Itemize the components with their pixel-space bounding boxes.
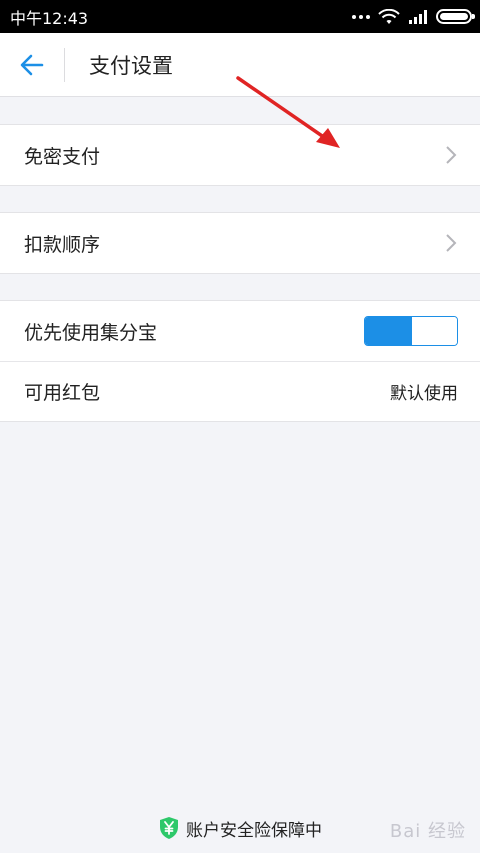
settings-row-deduction-order[interactable]: 扣款顺序 <box>0 213 480 273</box>
signal-icon <box>409 9 427 24</box>
row-value: 默认使用 <box>390 384 458 404</box>
toggle-on-fill <box>365 317 411 345</box>
row-label: 扣款顺序 <box>24 233 101 256</box>
more-notifications-icon <box>352 14 370 19</box>
row-label: 可用红包 <box>24 382 101 404</box>
row-label: 免密支付 <box>24 145 101 168</box>
settings-group-2: 扣款顺序 <box>0 212 480 274</box>
chevron-right-icon <box>446 146 457 164</box>
toggle-thumb <box>411 317 457 345</box>
chevron-right-icon <box>446 234 457 252</box>
status-icons <box>352 8 475 25</box>
status-time: 中午12:43 <box>10 8 89 28</box>
battery-icon <box>436 9 475 24</box>
watermark: Bai 经验 <box>389 821 466 842</box>
settings-row-use-jifenbao: 优先使用集分宝 <box>0 301 480 361</box>
page-title: 支付设置 <box>89 53 173 78</box>
wifi-icon <box>378 8 400 24</box>
footer-text: 账户安全险保障中 <box>186 820 322 841</box>
row-label: 优先使用集分宝 <box>24 321 158 344</box>
shield-yuan-icon <box>160 817 178 839</box>
annotation-arrow-icon <box>236 76 340 148</box>
settings-group-3: 优先使用集分宝 可用红包 默认使用 <box>0 300 480 422</box>
jifenbao-toggle[interactable] <box>364 316 458 346</box>
appbar-divider <box>64 47 65 82</box>
settings-row-red-packet[interactable]: 可用红包 默认使用 <box>0 361 480 421</box>
back-button[interactable] <box>0 33 64 97</box>
back-arrow-icon <box>20 54 44 75</box>
status-bar: 中午12:43 <box>0 0 480 33</box>
